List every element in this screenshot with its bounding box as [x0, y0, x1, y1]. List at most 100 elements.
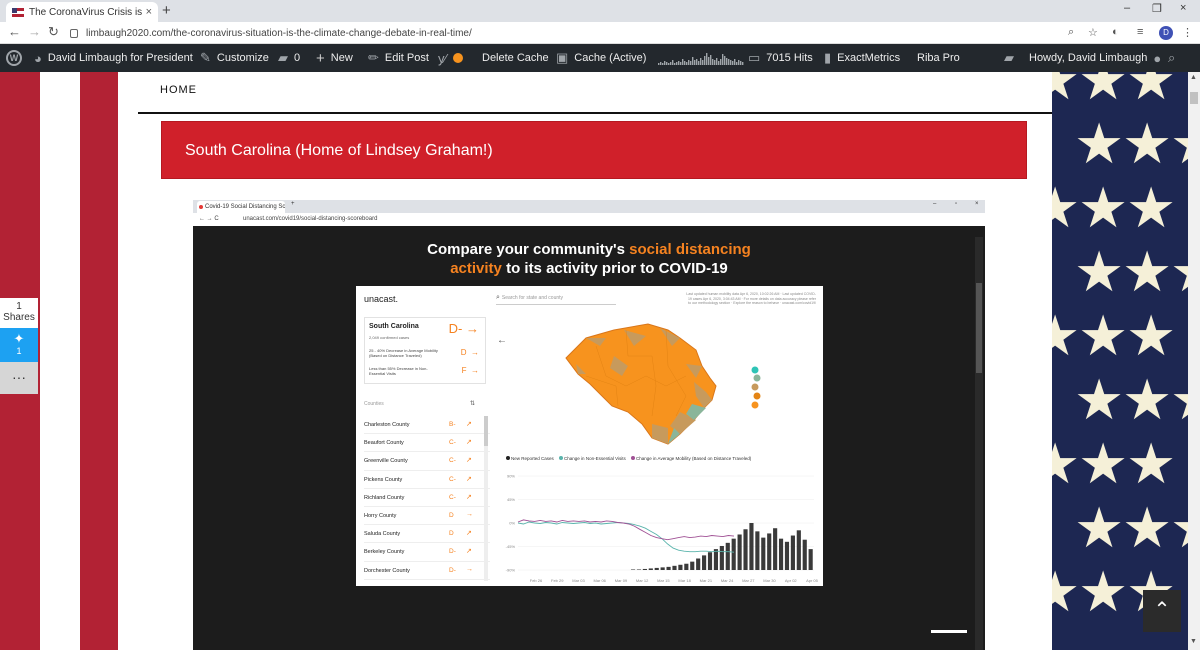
county-trend-icon: ↗: [466, 439, 472, 447]
site-name-link[interactable]: ◕ David Limbaugh for President: [34, 44, 193, 72]
case-bar: [755, 531, 760, 570]
account-menu[interactable]: Howdy, David Limbaugh ●: [1029, 44, 1167, 72]
exactmetrics-link[interactable]: ▮ ExactMetrics: [824, 44, 900, 72]
embedded-heading: Compare your community's social distanci…: [193, 240, 985, 278]
y-tick-label: -90%: [506, 568, 516, 573]
customize-link[interactable]: ✎ Customize: [200, 44, 269, 72]
more-share-button[interactable]: ···: [0, 362, 38, 394]
flag-favicon-icon: [12, 7, 24, 17]
legend-cases-label: New Reported Cases: [511, 456, 554, 461]
page-scrollbar[interactable]: ▲ ▼: [1188, 72, 1200, 650]
county-row[interactable]: Saluda County D ↗: [364, 525, 490, 544]
browser-tab[interactable]: The CoronaVirus Crisis is the Clin ×: [6, 2, 158, 22]
delete-cache-link[interactable]: Delete Cache: [482, 44, 549, 72]
county-trend-icon: ↗: [466, 548, 472, 556]
county-row[interactable]: Richland County C- ↗: [364, 489, 490, 507]
star-icon: ★: [1122, 368, 1173, 431]
notifications-link[interactable]: ▰: [1004, 44, 1020, 72]
search-button[interactable]: ⌕: [1168, 44, 1181, 72]
county-name: Greenville County: [364, 458, 408, 465]
scroll-up-icon[interactable]: ▲: [1190, 74, 1197, 81]
window-close-icon[interactable]: ×: [1180, 2, 1186, 14]
cache-icon: ▣: [556, 50, 569, 65]
back-to-top-button[interactable]: ⌃: [1143, 590, 1181, 632]
unacast-logo: unacast.: [364, 294, 399, 304]
x-tick-label: Apr 02: [785, 578, 798, 583]
county-trend-icon: ↗: [466, 421, 472, 428]
county-grade: D-: [449, 548, 456, 556]
county-list-scrollbar: [484, 416, 488, 581]
browser-tab-strip: The CoronaVirus Crisis is the Clin × + –…: [0, 0, 1200, 22]
plus-icon: +: [316, 49, 325, 67]
county-row[interactable]: Berkeley County D- ↗: [364, 543, 490, 562]
county-row[interactable]: Dorchester County D- →: [364, 562, 490, 580]
extension-icon[interactable]: ◐: [1112, 26, 1119, 38]
forward-icon[interactable]: →: [28, 24, 41, 39]
cache-status-link[interactable]: ▣ Cache (Active): [556, 44, 646, 72]
county-trend-icon: ↗: [466, 530, 472, 538]
county-row[interactable]: Pickens County C- ↗: [364, 471, 490, 489]
url-text: limbaugh2020.com/the-coronavirus-situati…: [86, 27, 472, 39]
star-icon: ★: [1122, 240, 1173, 303]
maximize-icon[interactable]: ❐: [1152, 2, 1162, 15]
county-name: Beaufort County: [364, 440, 404, 447]
visits-arrow-icon: →: [471, 366, 479, 375]
pencil-icon: ✏: [368, 50, 379, 65]
case-bar: [648, 568, 653, 570]
url-field[interactable]: limbaugh2020.com/the-coronavirus-situati…: [70, 24, 1060, 42]
grade-legend-dots: [751, 366, 761, 409]
county-row[interactable]: Horry County D →: [364, 507, 490, 526]
embedded-close-icon: ×: [975, 201, 979, 207]
riba-link[interactable]: Riba Pro: [917, 44, 960, 72]
nav-home-link[interactable]: HOME: [160, 84, 197, 96]
star-icon: ★: [1052, 432, 1081, 495]
embedded-footer-bar: [931, 630, 967, 633]
reading-list-icon[interactable]: ≡: [1137, 26, 1143, 38]
county-grade: C-: [449, 457, 456, 465]
new-tab-button[interactable]: +: [162, 2, 171, 19]
legend-visits: Change in Non-Essential Visits: [559, 456, 626, 461]
mobility-grade-value: D: [460, 348, 467, 357]
dashboard-icon: ◕: [34, 50, 42, 66]
county-trend-icon: ↗: [466, 457, 472, 465]
minimize-icon[interactable]: –: [1124, 2, 1130, 14]
monitor-icon: ▭: [748, 50, 761, 65]
legend-mobility-label: Change in Average Mobility (Based on Dis…: [636, 456, 752, 461]
bookmark-star-icon[interactable]: ☆: [1088, 26, 1098, 39]
embedded-search-input: ⌕ Search for state and county: [496, 294, 616, 305]
back-icon[interactable]: ←: [8, 24, 21, 39]
new-content-link[interactable]: + New: [316, 44, 353, 72]
zoom-icon[interactable]: ⌕: [1068, 26, 1074, 39]
county-row[interactable]: Charleston County B- ↗: [364, 416, 490, 435]
riba-label: Riba Pro: [917, 52, 960, 64]
yoast-seo-link[interactable]: y⁄: [438, 44, 463, 72]
x-tick-label: Mar 24: [721, 578, 734, 583]
twitter-bird-icon: ✦: [13, 331, 25, 346]
wp-logo-button[interactable]: W: [6, 44, 22, 72]
edit-post-link[interactable]: ✏ Edit Post: [368, 44, 429, 72]
scrollbar-thumb[interactable]: [1190, 92, 1198, 104]
county-name: Richland County: [364, 494, 405, 501]
tab-title: The CoronaVirus Crisis is the Clin: [29, 6, 143, 18]
kebab-menu-icon[interactable]: ⋮: [1182, 26, 1193, 39]
customize-label: Customize: [216, 52, 269, 64]
tab-close-icon[interactable]: ×: [146, 6, 152, 18]
county-row[interactable]: Greenville County C- ↗: [364, 452, 490, 471]
x-tick-label: Mar 21: [700, 578, 713, 583]
comments-link[interactable]: ▰ 0: [278, 44, 300, 72]
case-bar: [731, 538, 736, 570]
twitter-share-button[interactable]: ✦ 1: [0, 328, 38, 362]
case-bar: [654, 567, 659, 570]
stats-sparkline[interactable]: [658, 44, 744, 72]
share-count-number: 1: [16, 301, 22, 312]
seo-status-dot: [452, 53, 463, 63]
profile-avatar[interactable]: D: [1159, 26, 1173, 40]
reload-icon[interactable]: ↻: [48, 24, 59, 40]
case-bar: [784, 541, 790, 570]
cache-status-label: Cache (Active): [574, 52, 647, 64]
county-row[interactable]: Beaufort County C- ↗: [364, 434, 490, 453]
search-icon: ⌕: [1168, 50, 1176, 65]
bar-chart-icon: ▮: [824, 50, 832, 65]
scroll-down-icon[interactable]: ▼: [1190, 638, 1197, 645]
hits-link[interactable]: ▭ 7015 Hits: [748, 44, 813, 72]
